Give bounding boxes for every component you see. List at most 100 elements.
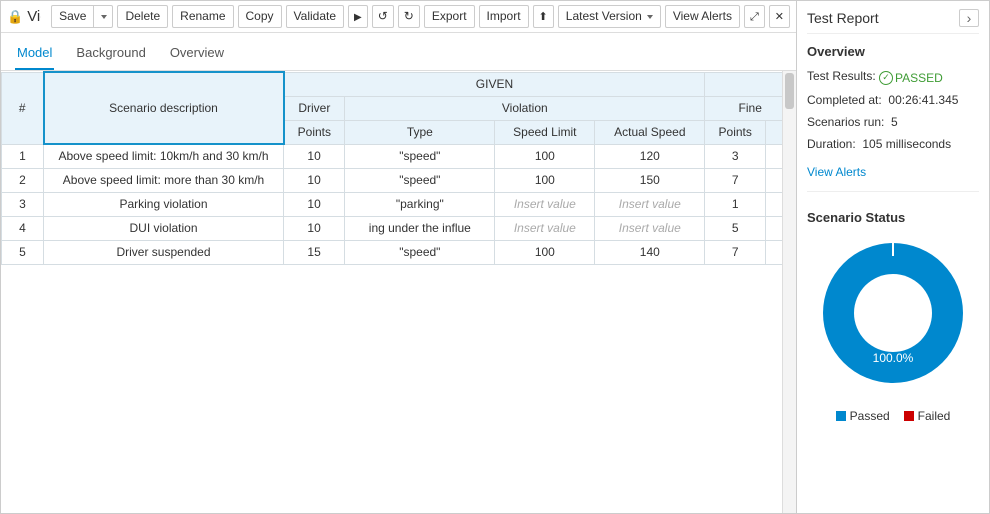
col-scenario-description[interactable]: Scenario description	[44, 72, 284, 144]
cell-actual-speed[interactable]: 150	[595, 168, 705, 192]
swatch-failed	[904, 411, 914, 421]
cell-actual-speed[interactable]: 140	[595, 240, 705, 264]
cell-number[interactable]: 4	[2, 216, 44, 240]
scenario-grid-container: # Scenario description GIVEN Driver Viol…	[1, 71, 796, 513]
file-name: Violation Scenarios.scesim ...	[27, 8, 41, 25]
col-fine-points: Points	[705, 120, 766, 144]
completed-at-row: Completed at: 00:26:41.345	[807, 93, 979, 107]
lock-icon: 🔒	[7, 9, 23, 25]
tab-background[interactable]: Background	[74, 41, 147, 70]
cell-number[interactable]: 1	[2, 144, 44, 168]
table-row[interactable]: 4DUI violation10ing under the influeInse…	[2, 216, 796, 240]
scrollbar-thumb[interactable]	[785, 73, 794, 109]
view-alerts-link[interactable]: View Alerts	[807, 165, 979, 179]
cell-fine-points[interactable]: 3	[705, 144, 766, 168]
cell-speed-limit[interactable]: 100	[495, 144, 595, 168]
legend-failed: Failed	[904, 409, 951, 423]
col-number: #	[2, 72, 44, 144]
cell-type[interactable]: "speed"	[345, 144, 495, 168]
scenario-status-heading: Scenario Status	[807, 210, 979, 225]
cell-driver-points[interactable]: 10	[284, 192, 345, 216]
cell-type[interactable]: "parking"	[345, 192, 495, 216]
export-button[interactable]: Export	[424, 5, 475, 27]
table-row[interactable]: 3Parking violation10"parking"Insert valu…	[2, 192, 796, 216]
cell-description[interactable]: Above speed limit: 10km/h and 30 km/h	[44, 144, 284, 168]
rename-button[interactable]: Rename	[172, 5, 233, 27]
cell-speed-limit[interactable]: Insert value	[495, 216, 595, 240]
cell-driver-points[interactable]: 10	[284, 168, 345, 192]
col-driver-points: Points	[284, 120, 345, 144]
col-actual-speed: Actual Speed	[595, 120, 705, 144]
chevron-right-icon	[967, 11, 972, 26]
editor-tabs: Model Background Overview	[1, 33, 796, 71]
close-editor-button[interactable]	[769, 5, 790, 28]
import-button[interactable]: Import	[479, 5, 529, 27]
cell-fine-points[interactable]: 1	[705, 192, 766, 216]
cell-description[interactable]: Above speed limit: more than 30 km/h	[44, 168, 284, 192]
duration-row: Duration: 105 milliseconds	[807, 137, 979, 151]
panel-title: Test Report	[807, 10, 879, 26]
col-violation: Violation	[345, 96, 705, 120]
table-row[interactable]: 5Driver suspended15"speed"1001407	[2, 240, 796, 264]
cell-type[interactable]: "speed"	[345, 240, 495, 264]
overview-heading: Overview	[807, 44, 979, 59]
cell-type[interactable]: "speed"	[345, 168, 495, 192]
vertical-scrollbar[interactable]	[782, 71, 796, 513]
cell-actual-speed[interactable]: Insert value	[595, 192, 705, 216]
donut-percent-label: 100.0%	[873, 351, 914, 365]
scenario-grid[interactable]: # Scenario description GIVEN Driver Viol…	[1, 71, 796, 265]
cell-description[interactable]: Driver suspended	[44, 240, 284, 264]
save-button[interactable]: Save	[51, 5, 94, 27]
redo-icon	[404, 9, 414, 23]
validate-button[interactable]: Validate	[286, 5, 344, 27]
cell-fine-points[interactable]: 7	[705, 168, 766, 192]
save-dropdown[interactable]	[93, 5, 113, 27]
cell-actual-speed[interactable]: Insert value	[595, 216, 705, 240]
cell-driver-points[interactable]: 15	[284, 240, 345, 264]
test-report-panel: Test Report Overview Test Results: PASSE…	[797, 1, 989, 513]
run-button[interactable]	[348, 5, 368, 28]
tab-model[interactable]: Model	[15, 41, 54, 70]
cell-description[interactable]: DUI violation	[44, 216, 284, 240]
passed-badge: PASSED	[879, 71, 943, 85]
editor-toolbar: 🔒 Violation Scenarios.scesim ... Save De…	[1, 1, 796, 33]
cell-description[interactable]: Parking violation	[44, 192, 284, 216]
status-donut-chart: 100.0%	[823, 243, 963, 383]
scenarios-run-row: Scenarios run: 5	[807, 115, 979, 129]
tab-overview[interactable]: Overview	[168, 41, 226, 70]
table-row[interactable]: 1Above speed limit: 10km/h and 30 km/h10…	[2, 144, 796, 168]
file-title: 🔒 Violation Scenarios.scesim ...	[7, 8, 41, 25]
view-alerts-button[interactable]: View Alerts	[665, 5, 740, 27]
expand-button[interactable]	[744, 5, 765, 28]
cell-driver-points[interactable]: 10	[284, 144, 345, 168]
cell-number[interactable]: 3	[2, 192, 44, 216]
cell-speed-limit[interactable]: 100	[495, 240, 595, 264]
redo-button[interactable]	[398, 5, 420, 27]
cell-speed-limit[interactable]: Insert value	[495, 192, 595, 216]
cell-number[interactable]: 2	[2, 168, 44, 192]
delete-button[interactable]: Delete	[117, 5, 168, 27]
divider	[807, 191, 979, 192]
undo-button[interactable]	[372, 5, 394, 27]
table-row[interactable]: 2Above speed limit: more than 30 km/h10"…	[2, 168, 796, 192]
cell-type[interactable]: ing under the influe	[345, 216, 495, 240]
cell-actual-speed[interactable]: 120	[595, 144, 705, 168]
close-icon	[775, 9, 784, 24]
donut-legend: Passed Failed	[836, 409, 951, 423]
cell-fine-points[interactable]: 7	[705, 240, 766, 264]
col-group-given: GIVEN	[284, 72, 705, 96]
cell-speed-limit[interactable]: 100	[495, 168, 595, 192]
test-results-row: Test Results: PASSED	[807, 69, 979, 85]
col-speed-limit: Speed Limit	[495, 120, 595, 144]
upload-button[interactable]	[533, 5, 554, 28]
cell-driver-points[interactable]: 10	[284, 216, 345, 240]
swatch-passed	[836, 411, 846, 421]
copy-button[interactable]: Copy	[238, 5, 282, 27]
cell-fine-points[interactable]: 5	[705, 216, 766, 240]
legend-passed: Passed	[836, 409, 890, 423]
col-type: Type	[345, 120, 495, 144]
panel-collapse-button[interactable]	[959, 9, 979, 27]
version-dropdown[interactable]: Latest Version	[558, 5, 661, 27]
play-icon	[354, 9, 362, 24]
cell-number[interactable]: 5	[2, 240, 44, 264]
